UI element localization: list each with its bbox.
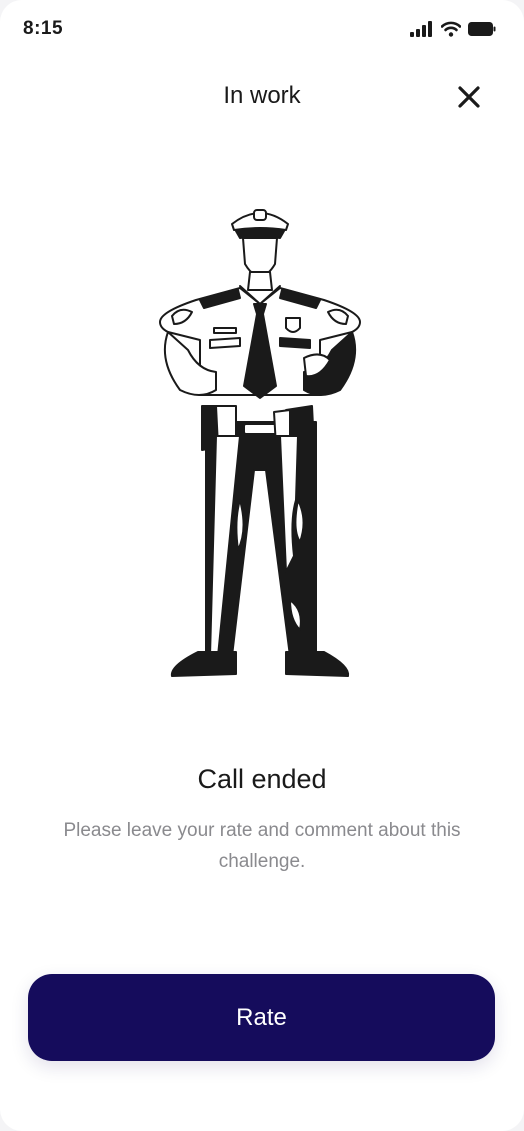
cellular-signal-icon (410, 21, 432, 37)
header: In work (0, 70, 524, 126)
call-ended-heading: Call ended (197, 764, 327, 794)
rating-prompt-text: Please leave your rate and comment about… (63, 820, 461, 872)
police-officer-illustration (159, 209, 361, 677)
battery-icon (468, 22, 496, 36)
rate-button[interactable]: Rate (28, 974, 495, 1061)
status-bar: 8:15 (0, 0, 524, 60)
close-button[interactable] (454, 82, 484, 112)
close-icon (458, 86, 480, 108)
status-icons (410, 21, 496, 37)
status-time: 8:15 (23, 18, 64, 39)
wifi-icon (441, 21, 461, 37)
page-title: In work (223, 82, 301, 109)
screen: 8:15 In work Call ended Please leave you… (0, 0, 524, 1131)
